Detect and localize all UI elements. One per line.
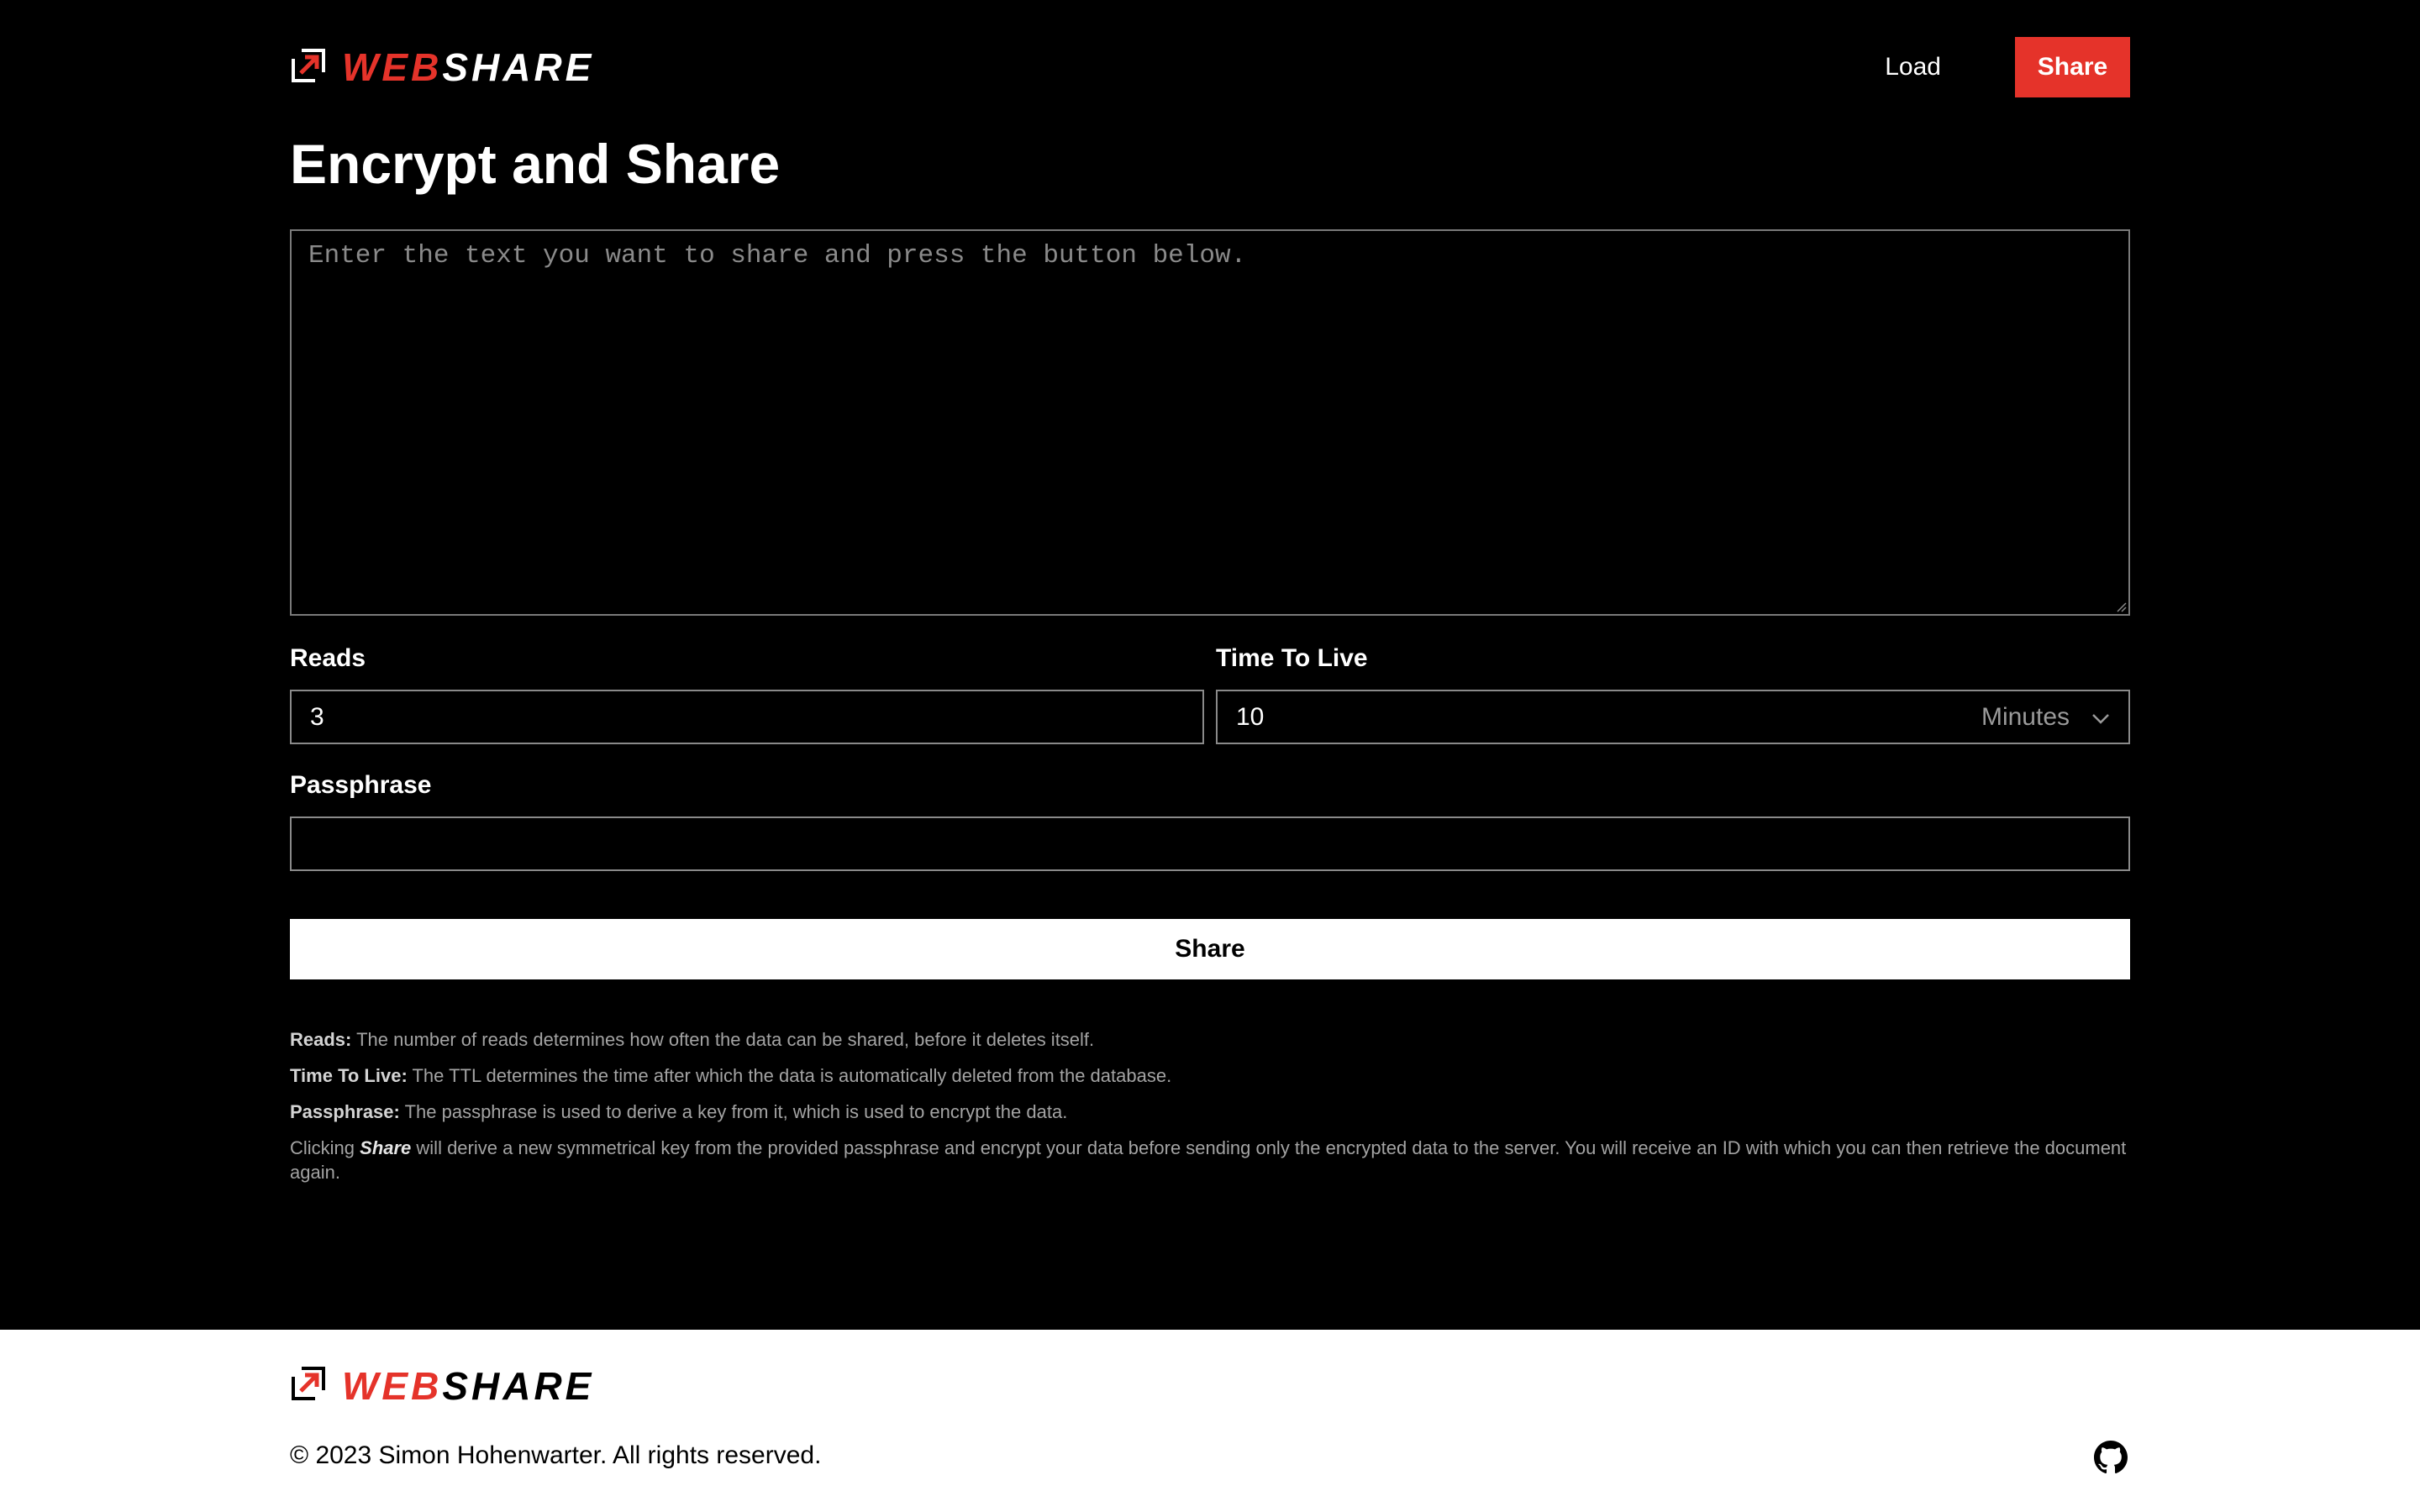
nav: Load Share: [1885, 37, 2130, 97]
info-reads-desc: The number of reads determines how often…: [351, 1029, 1095, 1050]
logo[interactable]: WEBSHARE: [290, 47, 594, 88]
info-pass-desc: The passphrase is used to derive a key f…: [399, 1101, 1068, 1122]
nav-load-link[interactable]: Load: [1885, 53, 1941, 81]
resize-grip-icon[interactable]: [2115, 601, 2127, 612]
logo-text-share: SHARE: [442, 45, 595, 89]
info-ttl: Time To Live: The TTL determines the tim…: [290, 1063, 2130, 1088]
footer-logo-text-share: SHARE: [442, 1363, 595, 1408]
logo-text-web: WEB: [342, 45, 443, 89]
copyright: © 2023 Simon Hohenwarter. All rights res…: [290, 1441, 822, 1469]
footer: WEBSHARE © 2023 Simon Hohenwarter. All r…: [0, 1330, 2420, 1512]
header: WEBSHARE Load Share: [290, 34, 2130, 101]
ttl-input[interactable]: 10 Minutes: [1216, 690, 2130, 744]
info-reads: Reads: The number of reads determines ho…: [290, 1027, 2130, 1052]
ttl-label: Time To Live: [1216, 644, 1368, 672]
ttl-unit-select[interactable]: Minutes: [1981, 703, 2110, 732]
page-title: Encrypt and Share: [290, 133, 781, 195]
info-click-term: Share: [360, 1137, 412, 1158]
info-ttl-desc: The TTL determines the time after which …: [407, 1065, 1172, 1086]
info-reads-term: Reads:: [290, 1029, 352, 1050]
footer-logo[interactable]: WEBSHARE: [290, 1365, 594, 1406]
passphrase-input[interactable]: [290, 816, 2130, 871]
share-text-placeholder: Enter the text you want to share and pre…: [308, 241, 1247, 270]
info-section: Reads: The number of reads determines ho…: [290, 1027, 2130, 1196]
share-arrow-box-icon: [290, 1365, 327, 1406]
footer-logo-text-web: WEB: [342, 1363, 443, 1408]
reads-value: 3: [310, 702, 324, 731]
passphrase-label: Passphrase: [290, 771, 432, 799]
share-arrow-box-icon: [290, 47, 327, 88]
chevron-down-icon: [2091, 703, 2110, 732]
info-clicking: Clicking Share will derive a new symmetr…: [290, 1136, 2130, 1184]
info-passphrase: Passphrase: The passphrase is used to de…: [290, 1100, 2130, 1124]
share-text-input[interactable]: Enter the text you want to share and pre…: [290, 229, 2130, 616]
share-button[interactable]: Share: [290, 919, 2130, 979]
info-click-pre: Clicking: [290, 1137, 360, 1158]
logo-text: WEBSHARE: [342, 48, 594, 87]
ttl-unit-value: Minutes: [1981, 702, 2070, 731]
github-icon[interactable]: [2094, 1441, 2128, 1474]
nav-share-button[interactable]: Share: [2015, 37, 2130, 97]
info-ttl-term: Time To Live:: [290, 1065, 408, 1086]
reads-label: Reads: [290, 644, 366, 672]
footer-logo-text: WEBSHARE: [342, 1367, 594, 1405]
info-pass-term: Passphrase:: [290, 1101, 400, 1122]
reads-input[interactable]: 3: [290, 690, 1204, 744]
info-click-post: will derive a new symmetrical key from t…: [290, 1137, 2127, 1183]
ttl-value: 10: [1236, 702, 1265, 731]
